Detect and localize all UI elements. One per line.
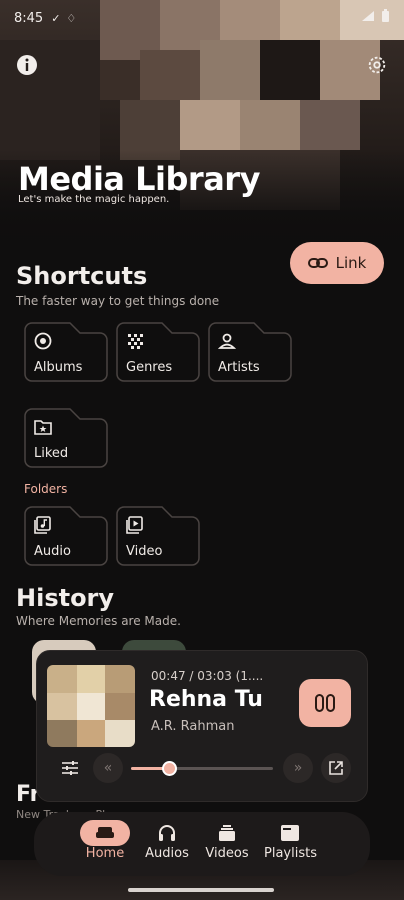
- pause-button[interactable]: [299, 679, 351, 727]
- forward-icon: »: [293, 760, 303, 776]
- nav-videos[interactable]: Videos: [202, 820, 252, 861]
- headphones-icon: [159, 825, 175, 841]
- nav-playlists[interactable]: Playlists: [264, 820, 317, 861]
- status-time: 8:45: [14, 10, 44, 26]
- shortcut-label: Liked: [34, 446, 69, 461]
- info-icon: [17, 55, 37, 75]
- gesture-bar: [128, 888, 274, 892]
- seek-slider[interactable]: [131, 761, 273, 776]
- nav-label: Home: [85, 846, 125, 861]
- pause-icon: [315, 694, 335, 712]
- signal-icon: [361, 10, 375, 26]
- shortcut-genres[interactable]: Genres: [116, 322, 200, 382]
- video-stack-icon: [219, 825, 235, 841]
- playback-time: 00:47 / 03:03 (1....: [151, 669, 264, 683]
- nav-label: Audios: [145, 846, 189, 861]
- battery-icon: [381, 9, 390, 27]
- status-bar: 8:45 ✓ ♢: [0, 0, 404, 36]
- album-art: [47, 665, 135, 747]
- nav-label: Playlists: [264, 846, 317, 861]
- folders-label: Folders: [24, 482, 68, 496]
- genres-icon: [128, 334, 143, 349]
- shortcut-liked[interactable]: Liked: [24, 408, 108, 468]
- video-file-icon: [126, 516, 143, 534]
- notification-icon: ♢: [66, 11, 77, 25]
- settings-button[interactable]: [364, 52, 390, 78]
- nav-home[interactable]: Home: [80, 820, 130, 861]
- folder-video[interactable]: Video: [116, 506, 200, 566]
- artist-icon: [218, 333, 236, 349]
- shortcut-label: Artists: [218, 360, 260, 375]
- equalizer-button[interactable]: [59, 757, 81, 779]
- shortcut-albums[interactable]: Albums: [24, 322, 108, 382]
- album-icon: [34, 332, 52, 350]
- history-subtitle: Where Memories are Made.: [16, 614, 181, 628]
- history-title: History: [16, 584, 115, 612]
- gear-icon: [368, 56, 386, 74]
- page-tagline: Let's make the magic happen.: [18, 194, 170, 205]
- open-external-icon: [329, 761, 343, 775]
- open-player-button[interactable]: [321, 753, 351, 783]
- song-title: Rehna Tu: [149, 687, 263, 712]
- playlist-icon: [281, 825, 300, 841]
- nav-audios[interactable]: Audios: [142, 820, 192, 861]
- page-title: Media Library: [18, 160, 260, 198]
- song-artist: A.R. Rahman: [151, 719, 235, 734]
- nav-label: Videos: [205, 846, 249, 861]
- equalizer-icon: [62, 761, 78, 775]
- shortcuts-subtitle: The faster way to get things done: [16, 294, 220, 308]
- bottom-navigation: Home Audios Videos Playlists: [34, 812, 370, 876]
- previous-button[interactable]: «: [93, 753, 123, 783]
- folder-label: Audio: [34, 544, 71, 559]
- info-button[interactable]: [14, 52, 40, 78]
- liked-folder-icon: [34, 420, 52, 435]
- shortcuts-title: Shortcuts: [16, 262, 148, 290]
- rewind-icon: «: [103, 760, 113, 776]
- home-sofa-icon: [96, 827, 114, 838]
- header-artwork: [0, 0, 404, 260]
- link-button-label: Link: [335, 254, 367, 272]
- link-button[interactable]: Link: [290, 242, 384, 284]
- shortcut-artists[interactable]: Artists: [208, 322, 292, 382]
- link-icon: [307, 258, 328, 268]
- next-button[interactable]: »: [283, 753, 313, 783]
- mini-player[interactable]: 00:47 / 03:03 (1.... Rehna Tu A.R. Rahma…: [36, 650, 368, 802]
- folder-audio[interactable]: Audio: [24, 506, 108, 566]
- shortcut-label: Genres: [126, 360, 173, 375]
- shortcut-label: Albums: [34, 360, 83, 375]
- check-icon: ✓: [51, 11, 61, 25]
- audio-file-icon: [34, 516, 51, 534]
- seek-handle[interactable]: [162, 761, 178, 776]
- folder-label: Video: [126, 544, 163, 559]
